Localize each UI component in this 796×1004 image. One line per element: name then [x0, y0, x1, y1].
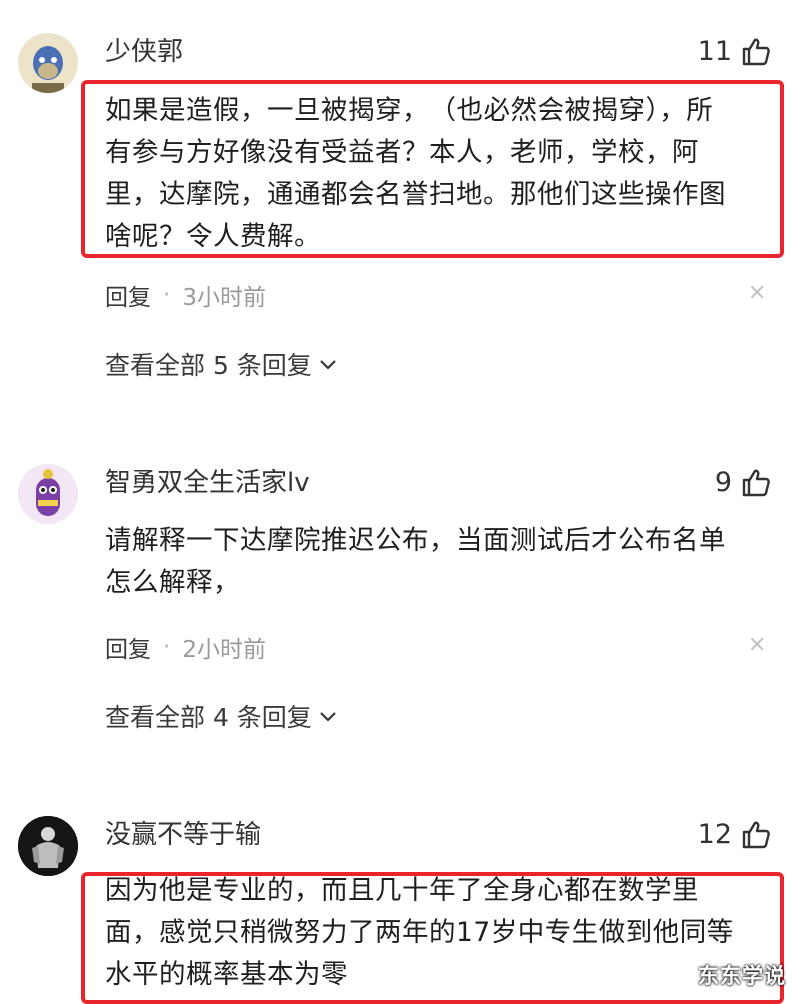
comment-text: 如果是造假，一旦被揭穿， （也必然会被揭穿），所 有参与方好像没有受益者？本人，… [105, 95, 726, 252]
avatar[interactable] [18, 464, 78, 524]
like-button[interactable]: 9 [715, 467, 772, 499]
avatar[interactable] [18, 33, 78, 93]
username[interactable]: 少侠郭 [105, 36, 183, 68]
separator-dot: · [163, 634, 171, 660]
chevron-down-icon [320, 360, 336, 370]
like-count: 11 [697, 36, 732, 67]
like-count: 9 [714, 467, 732, 498]
username[interactable]: 智勇双全生活家lv [105, 467, 310, 499]
thumbs-up-icon [742, 469, 770, 497]
comment-meta: 回复 · 3小时前 [105, 278, 266, 312]
like-button[interactable]: 11 [698, 36, 772, 68]
watermark: 东东学说 [698, 964, 786, 988]
timestamp: 3小时前 [182, 285, 266, 311]
view-replies-link[interactable]: 查看全部 4 条回复 [105, 698, 338, 734]
close-icon[interactable]: ✕ [748, 283, 766, 305]
username[interactable]: 没赢不等于输 [105, 819, 261, 851]
reply-button[interactable]: 回复 [105, 278, 151, 312]
comment-text: 请解释一下达摩院推迟公布，当面测试后才公布名单 怎么解释， [105, 525, 726, 598]
separator-dot: · [163, 282, 171, 308]
reply-button[interactable]: 回复 [105, 630, 151, 664]
comment-text: 因为他是专业的，而且几十年了全身心都在数学里 面，感觉只稍微努力了两年的17岁中… [105, 875, 734, 990]
like-button[interactable]: 12 [698, 819, 772, 851]
chevron-down-icon [320, 712, 336, 722]
comment-meta: 回复 · 2小时前 [105, 630, 266, 664]
timestamp: 2小时前 [182, 637, 266, 663]
thumbs-up-icon [742, 38, 770, 66]
thumbs-up-icon [742, 821, 770, 849]
avatar[interactable] [18, 816, 78, 876]
close-icon[interactable]: ✕ [748, 635, 766, 657]
view-replies-link[interactable]: 查看全部 5 条回复 [105, 346, 338, 382]
like-count: 12 [697, 819, 732, 850]
